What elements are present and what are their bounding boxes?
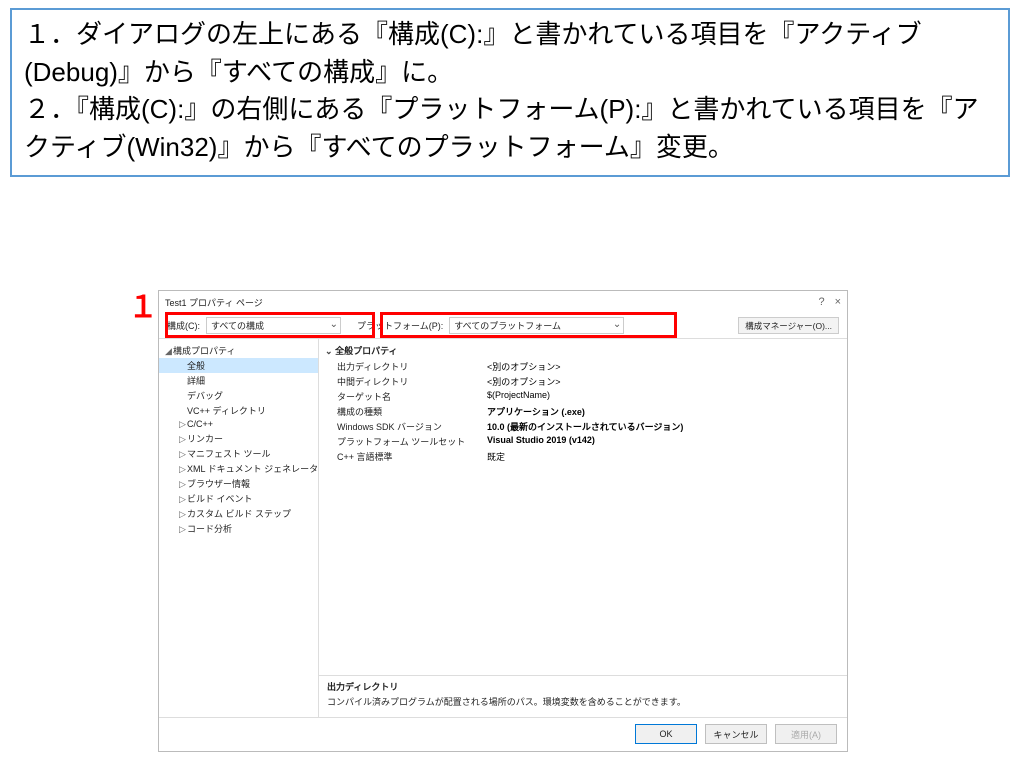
tree-item-label: デバッグ [187, 391, 223, 401]
property-key: 出力ディレクトリ [337, 360, 487, 373]
tree-arrow-icon: ▷ [179, 479, 187, 490]
property-help: 出力ディレクトリ コンパイル済みプログラムが配置される場所のパス。環境変数を含め… [319, 675, 847, 717]
help-icon[interactable]: ? [818, 296, 824, 308]
tree-item-label: 詳細 [187, 376, 205, 386]
property-section: ⌄ 全般プロパティ [325, 342, 841, 359]
tree-item[interactable]: ▷ブラウザー情報 [159, 476, 318, 491]
window-controls: ? × [818, 296, 841, 308]
property-row[interactable]: ターゲット名$(ProjectName) [325, 389, 841, 404]
platform-combo[interactable]: すべてのプラットフォーム [449, 317, 624, 334]
property-row[interactable]: C++ 言語標準既定 [325, 449, 841, 464]
tree-arrow-icon: ▷ [179, 494, 187, 505]
tree-item[interactable]: 全般 [159, 358, 318, 373]
cancel-button[interactable]: キャンセル [705, 724, 767, 744]
tree-item-label: ビルド イベント [187, 494, 253, 504]
tree-item-label: VC++ ディレクトリ [187, 406, 266, 416]
property-key: プラットフォーム ツールセット [337, 435, 487, 448]
property-key: Windows SDK バージョン [337, 420, 487, 433]
configuration-value: すべての構成 [211, 319, 264, 332]
configuration-row: 構成(C): すべての構成 プラットフォーム(P): すべてのプラットフォーム … [159, 313, 847, 338]
tree-item[interactable]: ▷XML ドキュメント ジェネレーター [159, 461, 318, 476]
property-row[interactable]: Windows SDK バージョン10.0 (最新のインストールされているバージ… [325, 419, 841, 434]
platform-label: プラットフォーム(P): [357, 319, 443, 332]
ok-button[interactable]: OK [635, 724, 697, 744]
tree-item[interactable]: VC++ ディレクトリ [159, 403, 318, 418]
property-grid: ⌄ 全般プロパティ 出力ディレクトリ<別のオプション>中間ディレクトリ<別のオプ… [319, 339, 847, 675]
tree-item[interactable]: デバッグ [159, 388, 318, 403]
property-value: 10.0 (最新のインストールされているバージョン) [487, 420, 841, 433]
tree-item[interactable]: ▷カスタム ビルド ステップ [159, 506, 318, 521]
dialog-body: ◢構成プロパティ全般詳細デバッグVC++ ディレクトリ▷C/C++▷リンカー▷マ… [159, 338, 847, 718]
tree-item-label: マニフェスト ツール [187, 449, 271, 459]
tree-arrow-icon: ▷ [179, 509, 187, 520]
instruction-panel: １．ダイアログの左上にある『構成(C):』と書かれている項目を『アクティブ(De… [10, 8, 1010, 177]
property-row[interactable]: プラットフォーム ツールセットVisual Studio 2019 (v142) [325, 434, 841, 449]
tree-arrow-icon: ▷ [179, 434, 187, 445]
tree-item[interactable]: ▷マニフェスト ツール [159, 446, 318, 461]
property-row[interactable]: 出力ディレクトリ<別のオプション> [325, 359, 841, 374]
property-key: 構成の種類 [337, 405, 487, 418]
apply-button[interactable]: 適用(A) [775, 724, 837, 744]
property-key: ターゲット名 [337, 390, 487, 403]
property-row[interactable]: 構成の種類アプリケーション (.exe) [325, 404, 841, 419]
tree-item-label: XML ドキュメント ジェネレーター [187, 464, 319, 474]
cancel-label: キャンセル [713, 728, 758, 741]
ok-label: OK [659, 729, 672, 739]
callout-1: １ [128, 282, 158, 326]
tree-item[interactable]: ▷コード分析 [159, 521, 318, 536]
property-value: <別のオプション> [487, 375, 841, 388]
property-value: 既定 [487, 450, 841, 463]
property-key: 中間ディレクトリ [337, 375, 487, 388]
tree-arrow-icon: ▷ [179, 449, 187, 460]
tree-pane: ◢構成プロパティ全般詳細デバッグVC++ ディレクトリ▷C/C++▷リンカー▷マ… [159, 339, 319, 717]
tree-item-label: C/C++ [187, 419, 213, 429]
tree-item[interactable]: ▷ビルド イベント [159, 491, 318, 506]
dialog-footer: OK キャンセル 適用(A) [159, 718, 847, 750]
property-key: C++ 言語標準 [337, 450, 487, 463]
apply-label: 適用(A) [791, 728, 821, 741]
dialog-title: Test1 プロパティ ページ [165, 296, 263, 309]
tree-item-label: ブラウザー情報 [187, 479, 250, 489]
instruction-line-2: ２．『構成(C):』の右側にある『プラットフォーム(P):』と書かれている項目を… [24, 91, 996, 166]
tree-arrow-icon: ▷ [179, 464, 187, 475]
tree-item[interactable]: 詳細 [159, 373, 318, 388]
property-page-dialog: Test1 プロパティ ページ ? × 構成(C): すべての構成 プラットフォ… [158, 290, 848, 752]
configuration-label: 構成(C): [167, 319, 200, 332]
tree-item-label: コード分析 [187, 524, 232, 534]
instruction-line-1: １．ダイアログの左上にある『構成(C):』と書かれている項目を『アクティブ(De… [24, 16, 996, 91]
chevron-down-icon[interactable]: ⌄ [325, 346, 333, 356]
property-value: <別のオプション> [487, 360, 841, 373]
tree-arrow-icon: ▷ [179, 419, 187, 430]
property-value: $(ProjectName) [487, 390, 841, 403]
tree-item-label: カスタム ビルド ステップ [187, 509, 291, 519]
tree-item[interactable]: ▷リンカー [159, 431, 318, 446]
close-icon[interactable]: × [835, 296, 841, 308]
property-pane: ⌄ 全般プロパティ 出力ディレクトリ<別のオプション>中間ディレクトリ<別のオプ… [319, 339, 847, 717]
section-title: 全般プロパティ [335, 346, 397, 356]
help-title: 出力ディレクトリ [327, 680, 839, 693]
property-row[interactable]: 中間ディレクトリ<別のオプション> [325, 374, 841, 389]
dialog-titlebar: Test1 プロパティ ページ ? × [159, 291, 847, 313]
property-value: アプリケーション (.exe) [487, 405, 841, 418]
tree-item-label: リンカー [187, 434, 223, 444]
configuration-combo[interactable]: すべての構成 [206, 317, 341, 334]
property-value: Visual Studio 2019 (v142) [487, 435, 841, 448]
tree-arrow-icon: ◢ [165, 346, 173, 357]
platform-value: すべてのプラットフォーム [454, 319, 561, 332]
tree-arrow-icon: ▷ [179, 524, 187, 535]
config-manager-button[interactable]: 構成マネージャー(O)... [738, 317, 839, 334]
tree-item[interactable]: ◢構成プロパティ [159, 343, 318, 358]
tree-item[interactable]: ▷C/C++ [159, 418, 318, 431]
config-manager-label: 構成マネージャー(O)... [745, 320, 832, 332]
help-body: コンパイル済みプログラムが配置される場所のパス。環境変数を含めることができます。 [327, 695, 839, 708]
tree-item-label: 全般 [187, 361, 205, 371]
tree-item-label: 構成プロパティ [173, 346, 235, 356]
